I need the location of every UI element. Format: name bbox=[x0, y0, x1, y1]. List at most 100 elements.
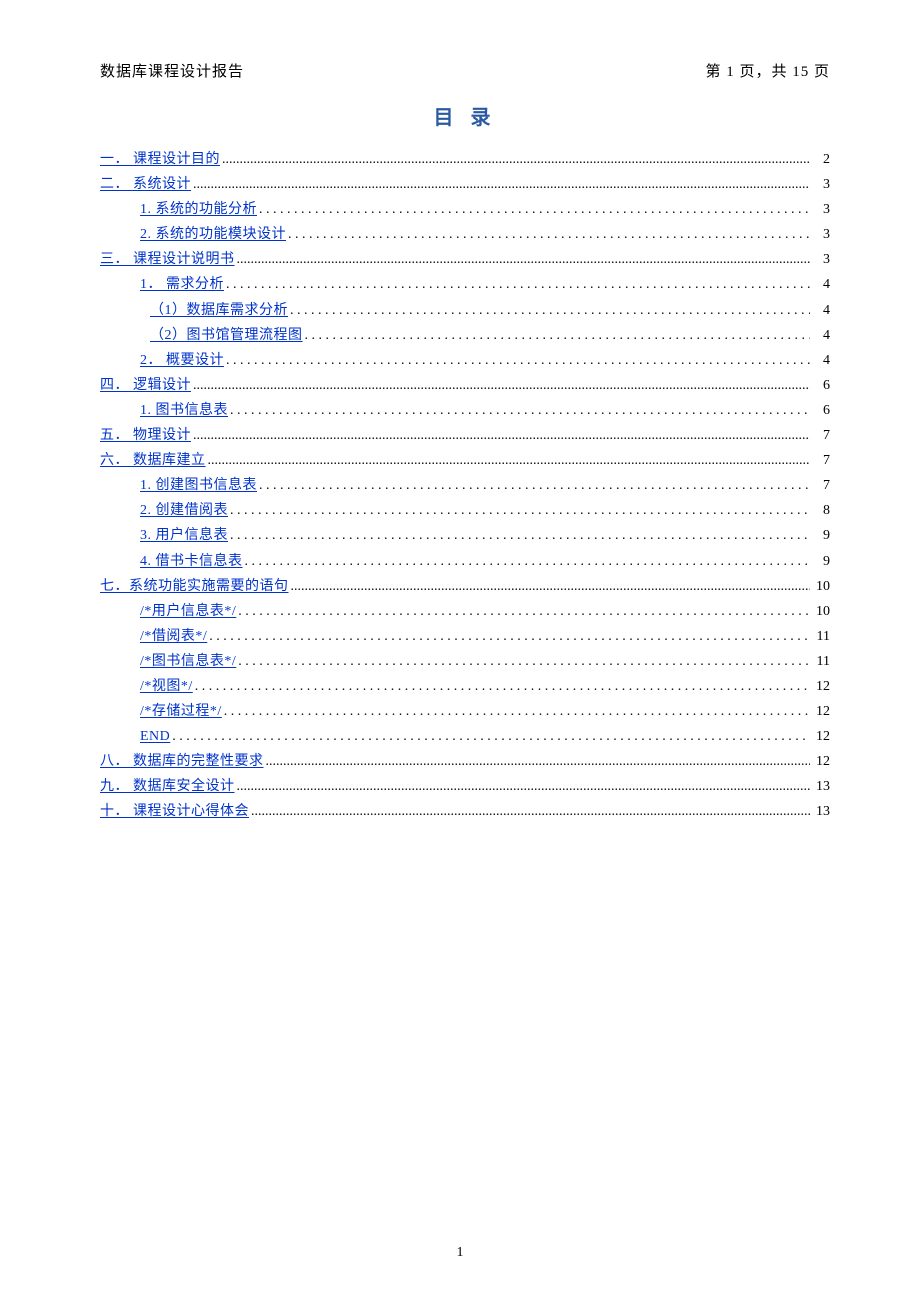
toc-link[interactable]: /*存储过程*/ bbox=[140, 700, 222, 723]
toc-link[interactable]: 1. 图书信息表 bbox=[140, 399, 228, 422]
toc-entry: 三． 课程设计说明书..............................… bbox=[100, 248, 830, 271]
toc-leader: ........................................… bbox=[193, 173, 810, 196]
toc-link[interactable]: 1． 需求分析 bbox=[140, 273, 224, 296]
toc-link[interactable]: 九． 数据库安全设计 bbox=[100, 775, 235, 798]
toc-leader: . . . . . . . . . . . . . . . . . . . . … bbox=[226, 273, 810, 296]
toc-entry: /*视图*/. . . . . . . . . . . . . . . . . … bbox=[140, 675, 830, 698]
toc-page-number: 3 bbox=[812, 173, 830, 196]
toc-leader: . . . . . . . . . . . . . . . . . . . . … bbox=[209, 625, 810, 648]
toc-leader: . . . . . . . . . . . . . . . . . . . . … bbox=[172, 725, 810, 748]
page-header: 数据库课程设计报告 第 1 页，共 15 页 bbox=[100, 60, 830, 81]
toc-entry: 1. 创建图书信息表. . . . . . . . . . . . . . . … bbox=[140, 474, 830, 497]
toc-link[interactable]: 四． 逻辑设计 bbox=[100, 374, 191, 397]
toc-link[interactable]: 六． 数据库建立 bbox=[100, 449, 206, 472]
toc-entry: /*借阅表*/. . . . . . . . . . . . . . . . .… bbox=[140, 625, 830, 648]
toc-link[interactable]: /*图书信息表*/ bbox=[140, 650, 236, 673]
toc-page-number: 7 bbox=[812, 474, 830, 497]
toc-page-number: 6 bbox=[812, 374, 830, 397]
toc-leader: . . . . . . . . . . . . . . . . . . . . … bbox=[224, 700, 810, 723]
toc-page-number: 9 bbox=[812, 550, 830, 573]
toc-leader: ........................................… bbox=[266, 750, 811, 773]
toc-leader: . . . . . . . . . . . . . . . . . . . . … bbox=[230, 399, 810, 422]
toc-entry: /*图书信息表*/. . . . . . . . . . . . . . . .… bbox=[140, 650, 830, 673]
toc-link[interactable]: /*视图*/ bbox=[140, 675, 193, 698]
toc-link[interactable]: 五． 物理设计 bbox=[100, 424, 191, 447]
toc-entry: 1． 需求分析. . . . . . . . . . . . . . . . .… bbox=[140, 273, 830, 296]
toc-page-number: 7 bbox=[812, 449, 830, 472]
toc-leader: . . . . . . . . . . . . . . . . . . . . … bbox=[245, 550, 811, 573]
toc-leader: . . . . . . . . . . . . . . . . . . . . … bbox=[259, 474, 810, 497]
toc-page-number: 13 bbox=[812, 775, 830, 798]
toc-leader: ........................................… bbox=[208, 449, 811, 472]
toc-entry: END. . . . . . . . . . . . . . . . . . .… bbox=[140, 725, 830, 748]
toc-leader: . . . . . . . . . . . . . . . . . . . . … bbox=[238, 650, 810, 673]
toc-link[interactable]: 七．系统功能实施需要的语句 bbox=[100, 575, 289, 598]
toc-page-number: 12 bbox=[812, 750, 830, 773]
toc-page-number: 6 bbox=[812, 399, 830, 422]
toc-leader: ........................................… bbox=[237, 248, 811, 271]
toc-leader: ........................................… bbox=[222, 148, 810, 171]
toc-entry: 2． 概要设计. . . . . . . . . . . . . . . . .… bbox=[140, 349, 830, 372]
table-of-contents: 一． 课程设计目的...............................… bbox=[100, 148, 830, 824]
toc-leader: . . . . . . . . . . . . . . . . . . . . … bbox=[195, 675, 810, 698]
toc-page-number: 3 bbox=[812, 248, 830, 271]
toc-entry: （2）图书馆管理流程图. . . . . . . . . . . . . . .… bbox=[150, 324, 830, 347]
toc-link[interactable]: 一． 课程设计目的 bbox=[100, 148, 220, 171]
toc-leader: ........................................… bbox=[291, 575, 811, 598]
toc-entry: 七．系统功能实施需要的语句...........................… bbox=[100, 575, 830, 598]
toc-link[interactable]: /*借阅表*/ bbox=[140, 625, 207, 648]
toc-page-number: 3 bbox=[812, 223, 830, 246]
toc-link[interactable]: 2. 创建借阅表 bbox=[140, 499, 228, 522]
toc-link[interactable]: END bbox=[140, 725, 170, 748]
toc-entry: 3. 用户信息表. . . . . . . . . . . . . . . . … bbox=[140, 524, 830, 547]
toc-page-number: 11 bbox=[812, 650, 830, 673]
toc-leader: . . . . . . . . . . . . . . . . . . . . … bbox=[259, 198, 810, 221]
toc-page-number: 9 bbox=[812, 524, 830, 547]
toc-link[interactable]: 1. 创建图书信息表 bbox=[140, 474, 257, 497]
toc-leader: . . . . . . . . . . . . . . . . . . . . … bbox=[290, 299, 810, 322]
toc-entry: 4. 借书卡信息表. . . . . . . . . . . . . . . .… bbox=[140, 550, 830, 573]
toc-entry: 十． 课程设计心得体会.............................… bbox=[100, 800, 830, 823]
header-doc-title: 数据库课程设计报告 bbox=[100, 60, 244, 81]
toc-entry: 1. 系统的功能分析. . . . . . . . . . . . . . . … bbox=[140, 198, 830, 221]
toc-link[interactable]: 三． 课程设计说明书 bbox=[100, 248, 235, 271]
toc-leader: ........................................… bbox=[237, 775, 811, 798]
toc-link[interactable]: 二． 系统设计 bbox=[100, 173, 191, 196]
toc-page-number: 4 bbox=[812, 273, 830, 296]
toc-leader: ........................................… bbox=[193, 374, 810, 397]
toc-link[interactable]: （2）图书馆管理流程图 bbox=[150, 324, 303, 347]
toc-entry: 九． 数据库安全设计..............................… bbox=[100, 775, 830, 798]
toc-leader: ........................................… bbox=[193, 424, 810, 447]
toc-link[interactable]: 八． 数据库的完整性要求 bbox=[100, 750, 264, 773]
toc-link[interactable]: 2． 概要设计 bbox=[140, 349, 224, 372]
toc-page-number: 4 bbox=[812, 324, 830, 347]
toc-link[interactable]: /*用户信息表*/ bbox=[140, 600, 236, 623]
toc-page-number: 12 bbox=[812, 700, 830, 723]
toc-page-number: 2 bbox=[812, 148, 830, 171]
toc-link[interactable]: 2. 系统的功能模块设计 bbox=[140, 223, 286, 246]
toc-leader: . . . . . . . . . . . . . . . . . . . . … bbox=[230, 499, 810, 522]
toc-page-number: 4 bbox=[812, 299, 830, 322]
toc-title: 目 录 bbox=[100, 101, 830, 130]
toc-link[interactable]: 十． 课程设计心得体会 bbox=[100, 800, 249, 823]
toc-entry: 1. 图书信息表. . . . . . . . . . . . . . . . … bbox=[140, 399, 830, 422]
toc-page-number: 12 bbox=[812, 725, 830, 748]
toc-leader: . . . . . . . . . . . . . . . . . . . . … bbox=[305, 324, 811, 347]
toc-leader: . . . . . . . . . . . . . . . . . . . . … bbox=[238, 600, 810, 623]
toc-entry: 六． 数据库建立................................… bbox=[100, 449, 830, 472]
toc-entry: /*用户信息表*/. . . . . . . . . . . . . . . .… bbox=[140, 600, 830, 623]
toc-page-number: 7 bbox=[812, 424, 830, 447]
toc-page-number: 8 bbox=[812, 499, 830, 522]
toc-page-number: 3 bbox=[812, 198, 830, 221]
toc-link[interactable]: 1. 系统的功能分析 bbox=[140, 198, 257, 221]
toc-link[interactable]: 3. 用户信息表 bbox=[140, 524, 228, 547]
toc-entry: 四． 逻辑设计.................................… bbox=[100, 374, 830, 397]
header-page-indicator: 第 1 页，共 15 页 bbox=[705, 60, 830, 81]
toc-entry: /*存储过程*/. . . . . . . . . . . . . . . . … bbox=[140, 700, 830, 723]
toc-page-number: 13 bbox=[812, 800, 830, 823]
toc-entry: 二． 系统设计.................................… bbox=[100, 173, 830, 196]
toc-entry: 2. 创建借阅表. . . . . . . . . . . . . . . . … bbox=[140, 499, 830, 522]
footer-page-number: 1 bbox=[0, 1245, 920, 1261]
toc-link[interactable]: 4. 借书卡信息表 bbox=[140, 550, 243, 573]
toc-link[interactable]: （1）数据库需求分析 bbox=[150, 299, 288, 322]
